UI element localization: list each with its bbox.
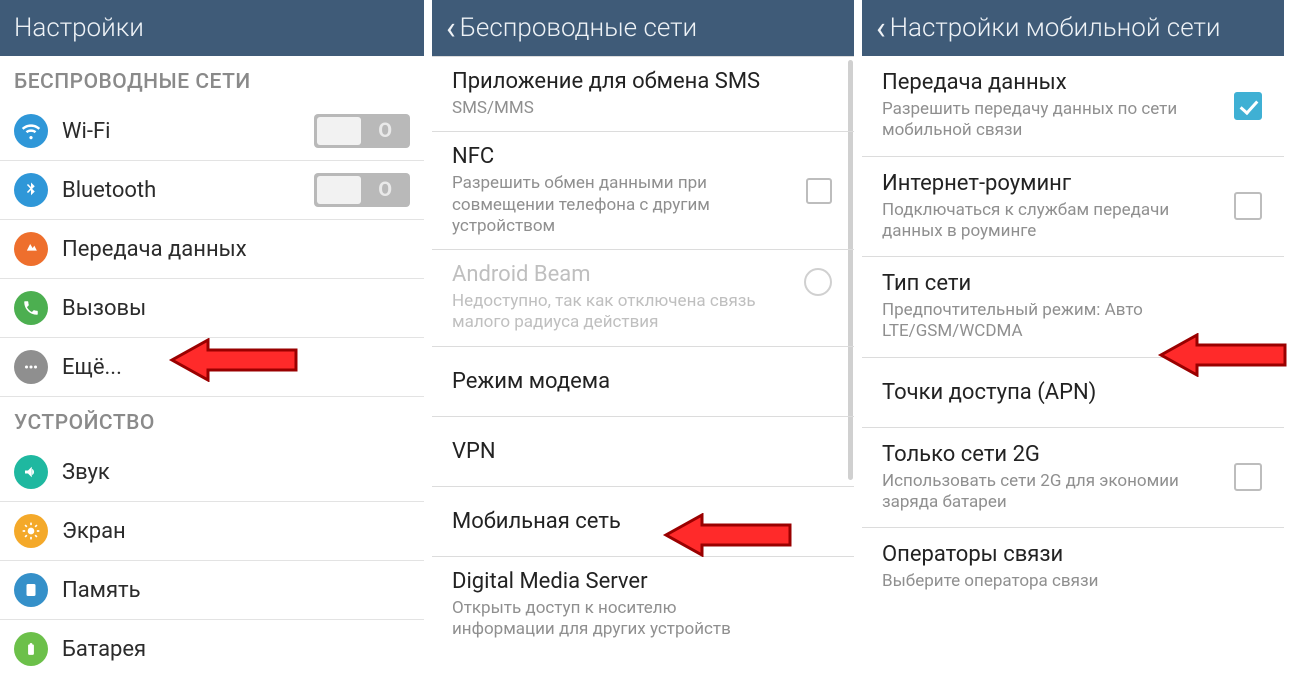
network-type-title: Тип сети <box>882 271 1264 296</box>
row-data-enabled[interactable]: Передача данных Разрешить передачу данны… <box>862 56 1284 157</box>
roaming-checkbox[interactable] <box>1234 192 1262 220</box>
panel-settings-body: БЕСПРОВОДНЫЕ СЕТИ Wi-Fi O Bluetooth O Пе… <box>0 56 424 679</box>
data-usage-label: Передача данных <box>62 237 410 262</box>
row-data-usage[interactable]: Передача данных <box>0 220 424 279</box>
tether-title: Режим модема <box>452 369 834 394</box>
only2g-checkbox[interactable] <box>1234 463 1262 491</box>
vpn-title: VPN <box>452 439 834 464</box>
header-title: Настройки <box>14 13 144 43</box>
sound-icon <box>14 455 48 489</box>
nfc-checkbox[interactable] <box>806 178 832 204</box>
row-operators[interactable]: Операторы связи Выберите оператора связи <box>862 528 1284 606</box>
only2g-desc: Использовать сети 2G для экономии заряда… <box>882 471 1195 514</box>
row-only-2g[interactable]: Только сети 2G Использовать сети 2G для … <box>862 428 1284 529</box>
row-bluetooth[interactable]: Bluetooth O <box>0 161 424 220</box>
row-tethering[interactable]: Режим модема <box>432 346 854 416</box>
nfc-desc: Разрешить обмен данными при совмещении т… <box>452 173 758 237</box>
row-mobile-network[interactable]: Мобильная сеть <box>432 486 854 556</box>
panel-settings: Настройки БЕСПРОВОДНЫЕ СЕТИ Wi-Fi O Blue… <box>0 0 432 679</box>
header-settings: Настройки <box>0 0 424 56</box>
row-sound[interactable]: Звук <box>0 443 424 502</box>
only2g-title: Только сети 2G <box>882 442 1264 467</box>
panel-wireless: ‹ Беспроводные сети Приложение для обмен… <box>432 0 862 679</box>
row-display[interactable]: Экран <box>0 502 424 561</box>
display-icon <box>14 514 48 548</box>
roaming-title: Интернет-роуминг <box>882 171 1264 196</box>
panel-mobile-settings: ‹ Настройки мобильной сети Передача данн… <box>862 0 1292 679</box>
row-dms[interactable]: Digital Media Server Открыть доступ к но… <box>432 556 854 653</box>
row-network-type[interactable]: Тип сети Предпочтительный режим: Авто LT… <box>862 257 1284 358</box>
section-wireless: БЕСПРОВОДНЫЕ СЕТИ <box>0 56 424 102</box>
row-roaming[interactable]: Интернет-роуминг Подключаться к службам … <box>862 157 1284 258</box>
mobile-title: Мобильная сеть <box>452 509 834 534</box>
calls-label: Вызовы <box>62 296 410 321</box>
roaming-desc: Подключаться к службам передачи данных в… <box>882 200 1195 243</box>
panel-wireless-body: Приложение для обмена SMS SMS/MMS NFC Ра… <box>432 56 854 679</box>
header-mobile[interactable]: ‹ Настройки мобильной сети <box>862 0 1284 56</box>
back-icon[interactable]: ‹ <box>876 12 886 44</box>
battery-label: Батарея <box>62 637 410 662</box>
more-label: Ещё... <box>62 355 410 380</box>
beam-toggle <box>804 268 832 296</box>
row-android-beam: Android Beam Недоступно, так как отключе… <box>432 249 854 346</box>
memory-icon <box>14 573 48 607</box>
calls-icon <box>14 291 48 325</box>
wifi-toggle[interactable]: O <box>314 114 410 148</box>
header-wireless[interactable]: ‹ Беспроводные сети <box>432 0 854 56</box>
bluetooth-toggle[interactable]: O <box>314 173 410 207</box>
sms-title: Приложение для обмена SMS <box>452 69 834 94</box>
row-battery[interactable]: Батарея <box>0 620 424 678</box>
apn-title: Точки доступа (APN) <box>882 380 1264 405</box>
battery-icon <box>14 632 48 666</box>
bluetooth-icon <box>14 173 48 207</box>
row-wifi[interactable]: Wi-Fi O <box>0 102 424 161</box>
sound-label: Звук <box>62 460 410 485</box>
beam-desc: Недоступно, так как отключена связь мало… <box>452 291 758 334</box>
operators-title: Операторы связи <box>882 542 1264 567</box>
display-label: Экран <box>62 519 410 544</box>
wifi-icon <box>14 114 48 148</box>
row-memory[interactable]: Память <box>0 561 424 620</box>
sms-desc: SMS/MMS <box>452 98 758 119</box>
nfc-title: NFC <box>452 144 834 169</box>
more-icon <box>14 350 48 384</box>
operators-desc: Выберите оператора связи <box>882 571 1195 592</box>
row-more[interactable]: Ещё... <box>0 338 424 397</box>
row-calls[interactable]: Вызовы <box>0 279 424 338</box>
dms-desc: Открыть доступ к носителю информации для… <box>452 598 758 641</box>
memory-label: Память <box>62 578 410 603</box>
data-enabled-checkbox[interactable] <box>1234 92 1262 120</box>
row-sms-app[interactable]: Приложение для обмена SMS SMS/MMS <box>432 56 854 131</box>
row-nfc[interactable]: NFC Разрешить обмен данными при совмещен… <box>432 131 854 249</box>
header-mobile-title: Настройки мобильной сети <box>890 13 1221 43</box>
beam-title: Android Beam <box>452 262 834 287</box>
dms-title: Digital Media Server <box>452 569 834 594</box>
bluetooth-label: Bluetooth <box>62 178 314 203</box>
row-vpn[interactable]: VPN <box>432 416 854 486</box>
network-type-desc: Предпочтительный режим: Авто LTE/GSM/WCD… <box>882 300 1195 343</box>
data-usage-icon <box>14 232 48 266</box>
wifi-label: Wi-Fi <box>62 119 314 144</box>
data-enabled-title: Передача данных <box>882 70 1264 95</box>
header-wireless-title: Беспроводные сети <box>460 13 698 43</box>
panel-mobile-body: Передача данных Разрешить передачу данны… <box>862 56 1284 679</box>
section-device: УСТРОЙСТВО <box>0 397 424 443</box>
back-icon[interactable]: ‹ <box>446 12 456 44</box>
data-enabled-desc: Разрешить передачу данных по сети мобиль… <box>882 99 1195 142</box>
row-apn[interactable]: Точки доступа (APN) <box>862 358 1284 428</box>
